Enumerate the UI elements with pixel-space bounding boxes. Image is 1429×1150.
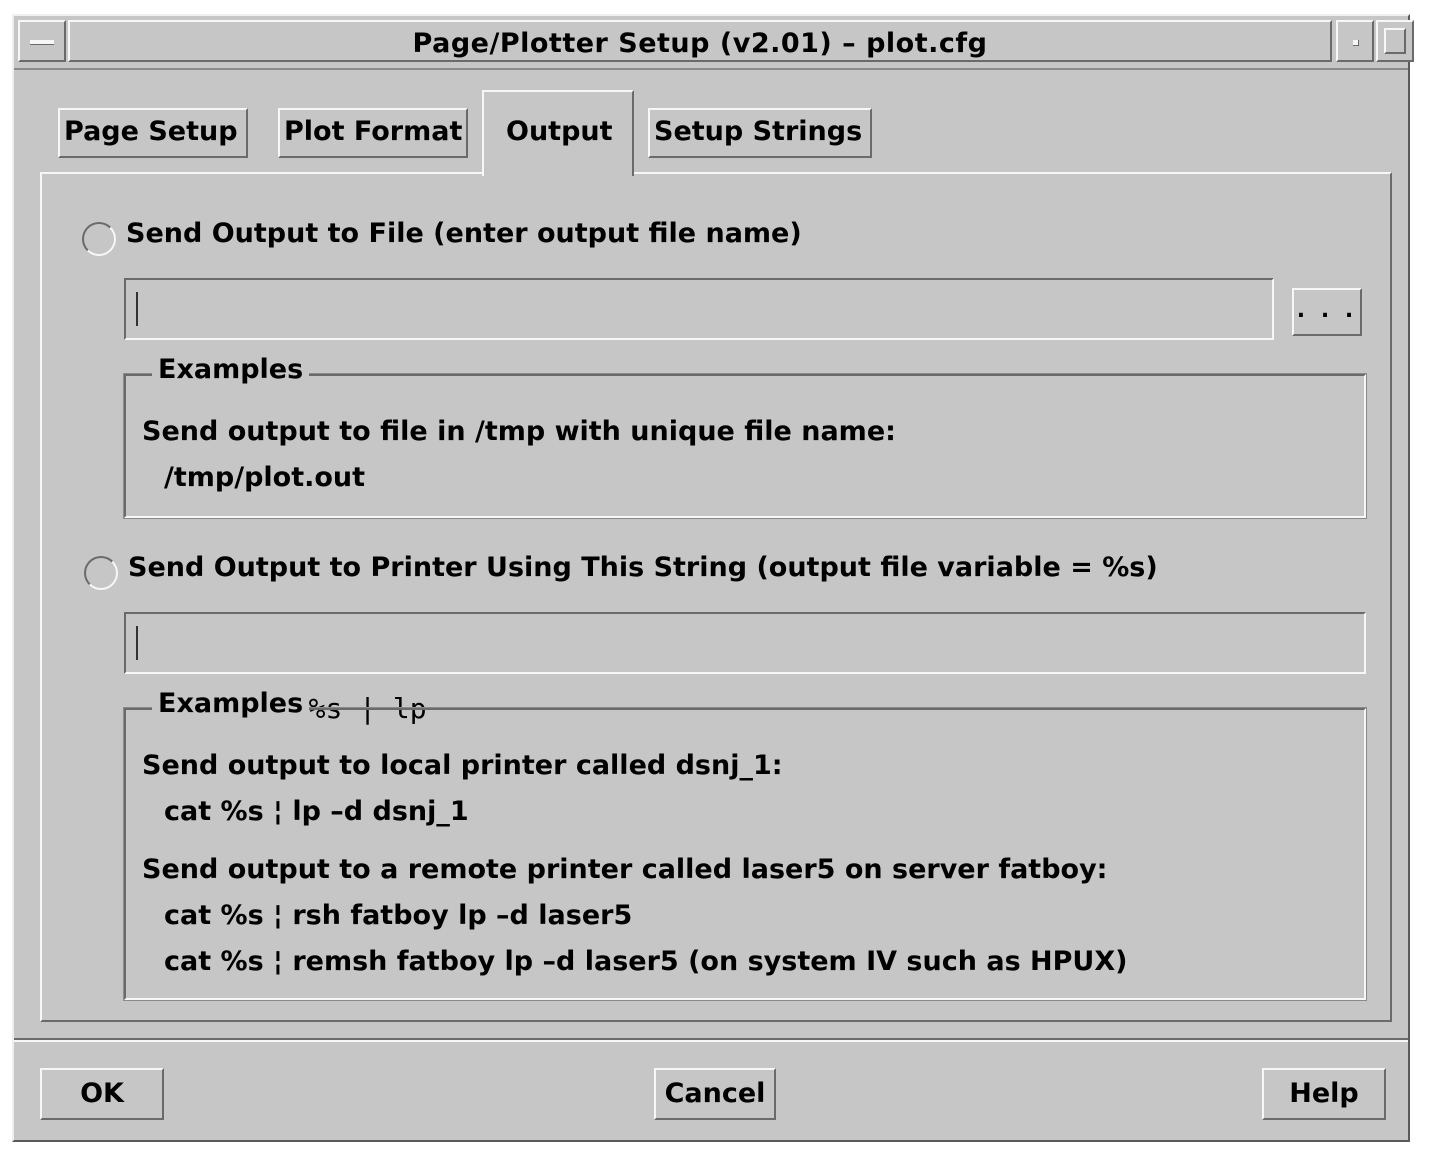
title-bar[interactable]: Page/Plotter Setup (v2.01) – plot.cfg [14, 16, 1414, 70]
tab-setup-strings[interactable]: Setup Strings [648, 108, 872, 158]
output-file-input[interactable] [124, 278, 1274, 340]
file-example-line: /tmp/plot.out [164, 462, 366, 493]
ok-button[interactable]: OK [40, 1068, 164, 1120]
window-menu-icon[interactable] [18, 20, 66, 62]
dialog-window: Page/Plotter Setup (v2.01) – plot.cfg Pa… [12, 14, 1414, 1142]
send-to-file-radio[interactable] [82, 222, 116, 256]
printer-example-line: cat %s ¦ remsh fatboy lp –d laser5 (on s… [164, 946, 1128, 977]
printer-example-line: Send output to local printer called dsnj… [142, 750, 783, 781]
file-examples-title: Examples [152, 354, 310, 385]
minimize-icon[interactable] [1336, 20, 1374, 62]
text-cursor [136, 626, 138, 660]
printer-examples-group: Examples Send output to local printer ca… [123, 688, 1367, 1001]
maximize-icon[interactable] [1376, 20, 1414, 62]
printer-example-line: cat %s ¦ lp –d dsnj_1 [164, 796, 469, 827]
file-example-line: Send output to file in /tmp with unique … [142, 416, 896, 447]
send-to-printer-label: Send Output to Printer Using This String… [128, 552, 1158, 583]
send-to-file-label: Send Output to File (enter output file n… [126, 218, 802, 249]
cancel-button[interactable]: Cancel [654, 1068, 776, 1120]
printer-examples-title: Examples [152, 688, 310, 719]
printer-example-line: cat %s ¦ rsh fatboy lp –d laser5 [164, 900, 633, 931]
send-to-printer-radio[interactable] [84, 556, 118, 590]
text-cursor [136, 292, 138, 326]
printer-command-input[interactable]: cat %s | lp [124, 612, 1366, 725]
help-button[interactable]: Help [1262, 1068, 1386, 1120]
title-area[interactable]: Page/Plotter Setup (v2.01) – plot.cfg [68, 20, 1332, 62]
separator [14, 1038, 1408, 1042]
printer-example-line: Send output to a remote printer called l… [142, 854, 1108, 885]
output-tab-panel: Send Output to File (enter output file n… [40, 172, 1392, 1022]
tab-output[interactable]: Output [482, 90, 634, 176]
tab-page-setup[interactable]: Page Setup [58, 108, 248, 158]
window-title: Page/Plotter Setup (v2.01) – plot.cfg [412, 28, 988, 59]
tab-plot-format[interactable]: Plot Format [278, 108, 468, 158]
file-examples-group: Examples Send output to file in /tmp wit… [123, 354, 1367, 519]
browse-button[interactable]: . . . [1292, 288, 1362, 336]
